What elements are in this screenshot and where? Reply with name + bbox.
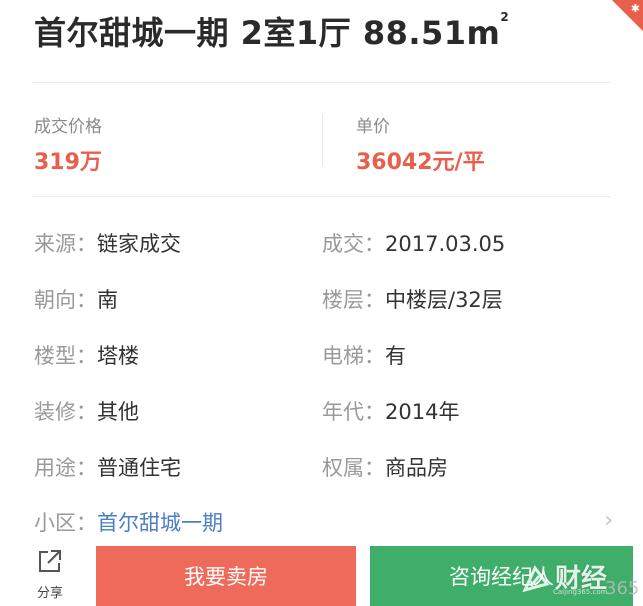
divider-middle <box>32 196 611 197</box>
detail-building-type: 楼型：塔楼 <box>34 340 139 370</box>
detail-value: 南 <box>97 288 118 312</box>
watermark-site: Caijing365.com <box>553 588 608 596</box>
unit-price-value: 36042元/平 <box>356 150 485 175</box>
chevron-right-icon[interactable]: › <box>604 508 613 533</box>
price-separator <box>322 114 323 166</box>
detail-value: 2017.03.05 <box>385 232 506 256</box>
detail-key: 成交： <box>322 232 385 256</box>
watermark: 财经 365 Caijing365.com <box>517 556 640 602</box>
detail-usage: 用途：普通住宅 <box>34 452 181 482</box>
detail-key: 楼层： <box>322 288 385 312</box>
detail-key: 朝向： <box>34 288 97 312</box>
deal-price-block: 成交价格 319万 <box>34 112 102 176</box>
detail-key: 电梯： <box>322 344 385 368</box>
detail-value: 有 <box>385 344 406 368</box>
page-title: 首尔甜城一期 2室1厅 88.51m2 <box>34 8 509 54</box>
detail-elevator: 电梯：有 <box>322 340 406 370</box>
detail-ownership: 权属：商品房 <box>322 452 448 482</box>
detail-year: 年代：2014年 <box>322 396 459 426</box>
detail-value: 商品房 <box>385 456 448 480</box>
watermark-number: 365 <box>605 578 640 599</box>
detail-community[interactable]: 小区：首尔甜城一期 <box>34 507 223 537</box>
detail-decoration: 装修：其他 <box>34 396 139 426</box>
unit-price-block: 单价 36042元/平 <box>356 112 485 176</box>
share-icon <box>39 550 61 572</box>
detail-floor: 楼层：中楼层/32层 <box>322 284 503 314</box>
corner-badge: ✱ <box>603 0 643 40</box>
detail-value: 其他 <box>97 400 139 424</box>
unit-price-label: 单价 <box>356 117 390 137</box>
detail-source: 来源：链家成交 <box>34 228 181 258</box>
divider-top <box>32 82 611 83</box>
deal-price-label: 成交价格 <box>34 117 102 137</box>
watermark-logo-icon <box>522 565 550 593</box>
detail-key: 装修： <box>34 400 97 424</box>
corner-badge-icon: ✱ <box>630 2 640 15</box>
share-button[interactable]: 分享 <box>28 548 72 601</box>
detail-orientation: 朝向：南 <box>34 284 118 314</box>
detail-key: 来源： <box>34 232 97 256</box>
title-text: 首尔甜城一期 2室1厅 88.51m <box>34 14 501 52</box>
detail-value: 塔楼 <box>97 344 139 368</box>
detail-deal-date: 成交：2017.03.05 <box>322 228 505 258</box>
detail-value: 链家成交 <box>97 232 181 256</box>
share-label: 分享 <box>36 586 63 601</box>
detail-value: 2014年 <box>385 400 460 424</box>
detail-key: 年代： <box>322 400 385 424</box>
deal-price-value: 319万 <box>34 150 102 175</box>
sell-house-button[interactable]: 我要卖房 <box>96 546 356 606</box>
detail-key: 权属： <box>322 456 385 480</box>
community-link[interactable]: 首尔甜城一期 <box>97 511 223 535</box>
detail-key: 小区： <box>34 511 97 535</box>
detail-value: 中楼层/32层 <box>385 288 503 312</box>
detail-key: 楼型： <box>34 344 97 368</box>
detail-key: 用途： <box>34 456 97 480</box>
detail-value: 普通住宅 <box>97 456 181 480</box>
title-unit-superscript: 2 <box>500 10 510 24</box>
